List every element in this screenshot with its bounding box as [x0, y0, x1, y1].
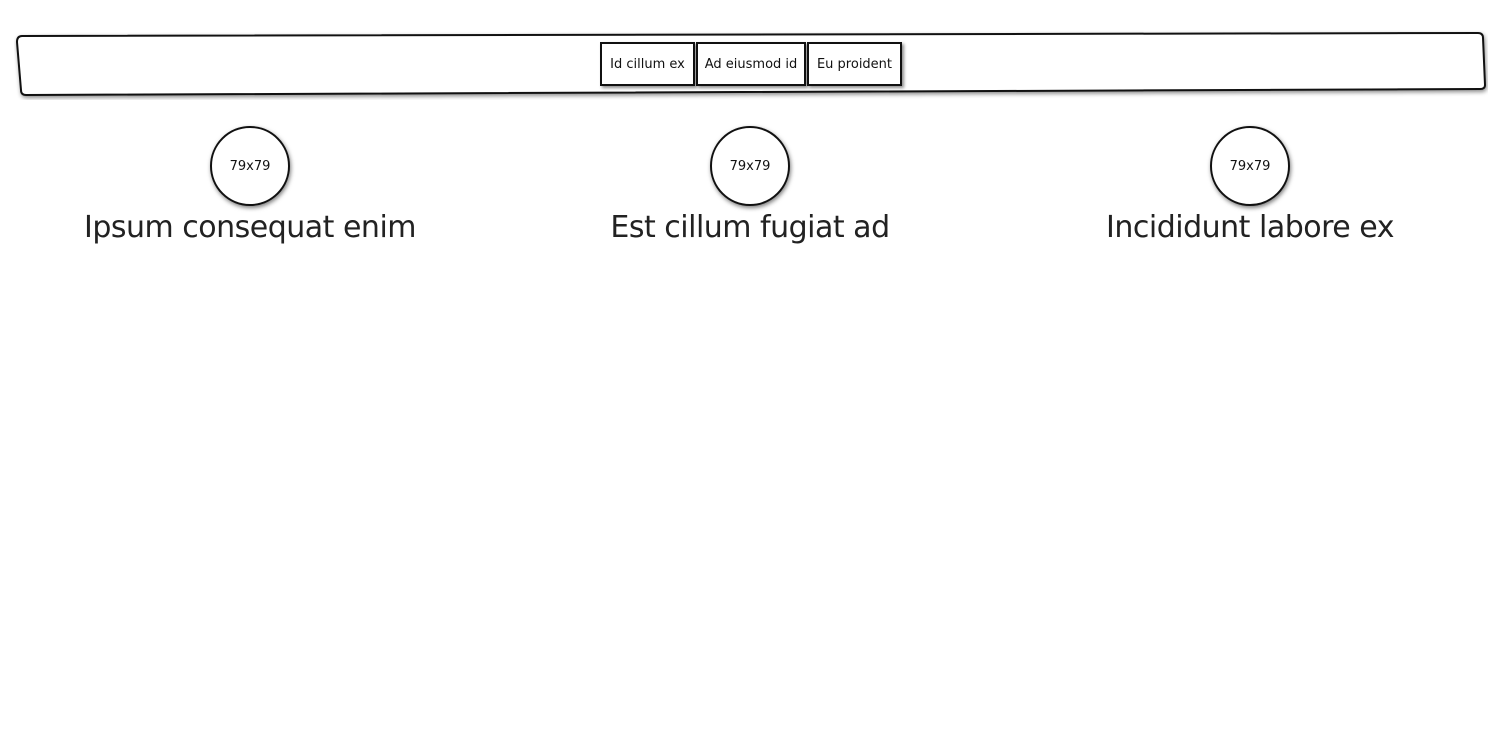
page: Id cillum ex Ad eiusmod id Eu proident 7… — [0, 0, 1500, 752]
image-placeholder: 79x79 — [1210, 126, 1290, 206]
feature-title: Incididunt labore ex — [1106, 210, 1394, 245]
nav-button-eu-proident[interactable]: Eu proident — [807, 42, 902, 86]
nav-button-id-cillum-ex[interactable]: Id cillum ex — [600, 42, 695, 86]
image-placeholder: 79x79 — [210, 126, 290, 206]
feature-card: 79x79 Est cillum fugiat ad — [500, 126, 1000, 248]
feature-card: 79x79 Incididunt labore ex — [1000, 126, 1500, 248]
feature-title: Est cillum fugiat ad — [610, 210, 890, 245]
feature-title: Ipsum consequat enim — [83, 210, 417, 245]
image-placeholder: 79x79 — [710, 126, 790, 206]
nav-button-ad-eiusmod-id[interactable]: Ad eiusmod id — [696, 42, 806, 86]
feature-card: 79x79 Ipsum consequat enim — [0, 126, 500, 248]
nav-button-group: Id cillum ex Ad eiusmod id Eu proident — [600, 42, 902, 86]
